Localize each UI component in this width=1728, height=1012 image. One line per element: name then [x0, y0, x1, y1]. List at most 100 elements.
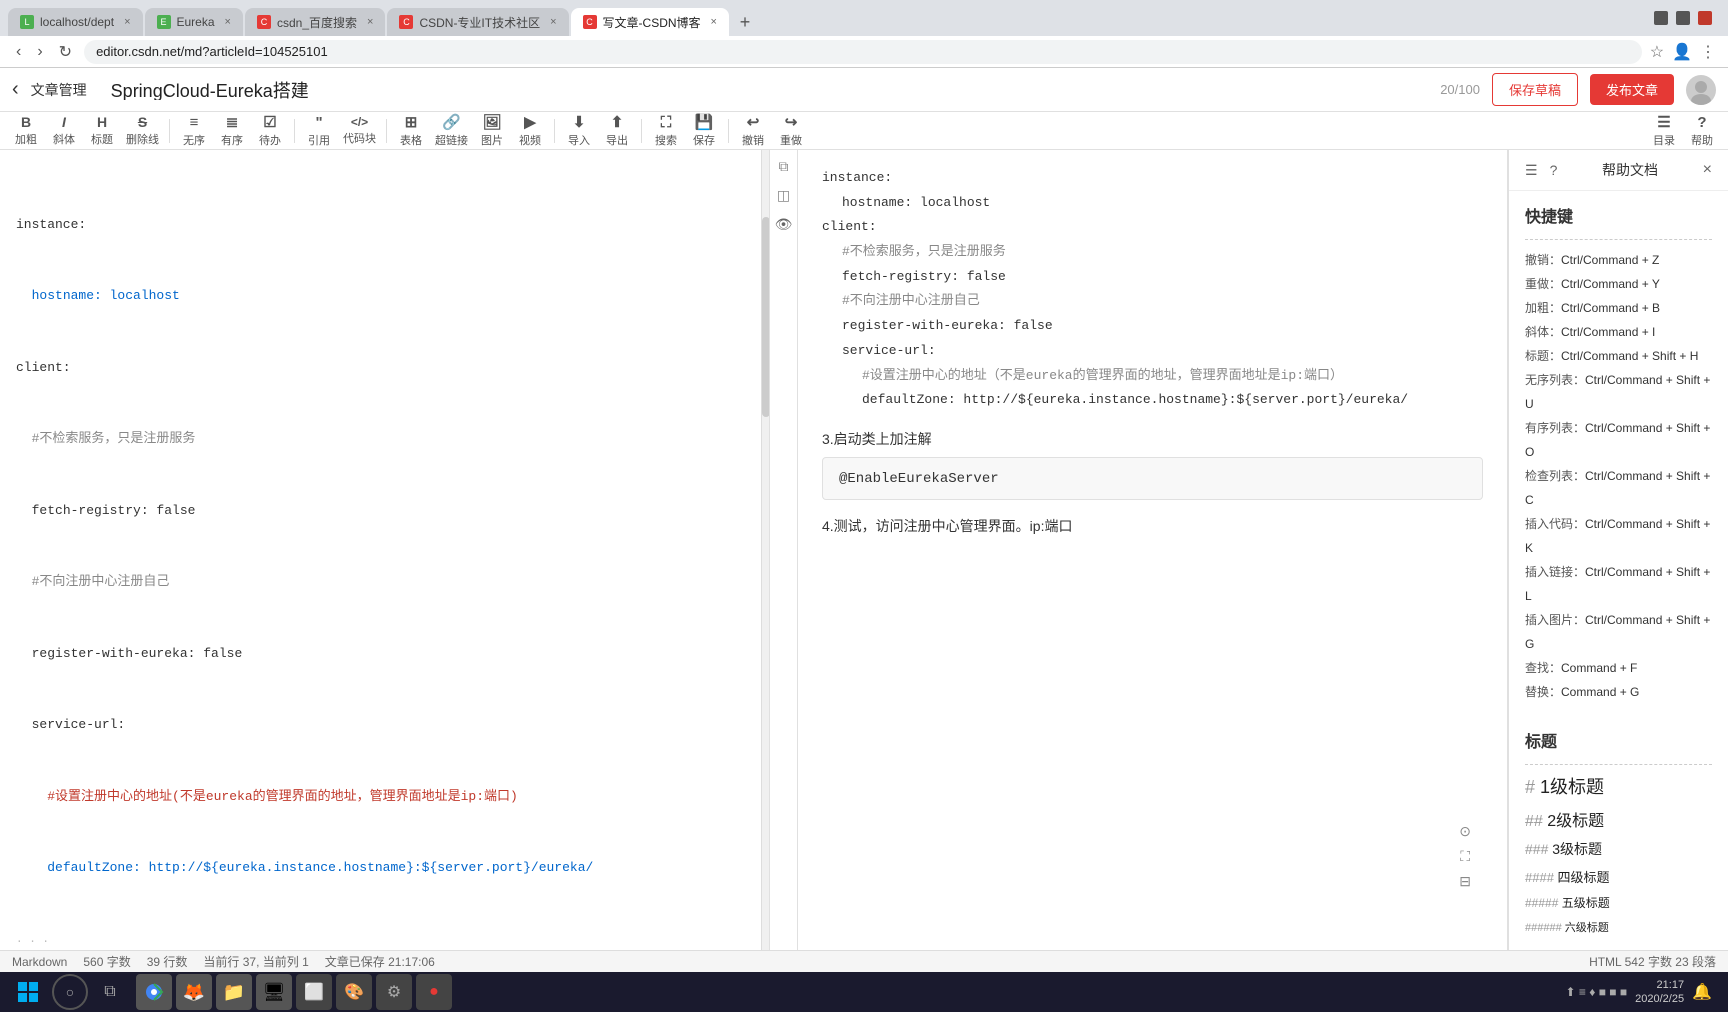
tab-close-3[interactable]: ×	[367, 16, 373, 28]
toolbar-toc[interactable]: ☰ 目录	[1646, 114, 1682, 148]
sidebar-icon-copy[interactable]: ⧉	[779, 158, 789, 175]
nav-reload[interactable]: ↻	[55, 40, 76, 64]
toolbar-code[interactable]: </> 代码块	[339, 114, 380, 148]
scrollbar-thumb[interactable]	[762, 217, 770, 417]
right-panel-close[interactable]: ×	[1703, 161, 1712, 179]
close-btn[interactable]	[1698, 11, 1712, 25]
right-panel-title: 帮助文档	[1602, 160, 1658, 180]
zoom-icon[interactable]: ⊙	[1459, 823, 1471, 840]
preview-step4: 4.测试，访问注册中心管理界面。ip:端口	[822, 516, 1483, 536]
taskbar-firefox[interactable]: 🦊	[176, 974, 212, 1010]
preview-content[interactable]: instance: hostname: localhost client: #不…	[798, 150, 1507, 950]
notification-icon[interactable]: 🔔	[1692, 982, 1712, 1002]
toolbar-export[interactable]: ⬆ 导出	[599, 114, 635, 148]
left-scrollbar[interactable]	[761, 150, 769, 950]
headings-title: 标题	[1525, 728, 1712, 752]
taskbar-app1[interactable]: ⬜	[296, 974, 332, 1010]
shortcut-undo: 撤销：Ctrl/Command + Z	[1525, 248, 1712, 272]
shortcut-undo-label: 撤销：	[1525, 253, 1561, 267]
redo-icon: ↪	[785, 113, 798, 131]
collapse-icon[interactable]: ⊟	[1459, 873, 1471, 890]
taskbar-app2[interactable]: 🎨	[336, 974, 372, 1010]
article-title-input[interactable]	[99, 79, 1429, 100]
tab-csdn-search[interactable]: C csdn_百度搜索 ×	[245, 8, 385, 36]
sidebar-icon-view[interactable]: ◫	[777, 187, 790, 204]
preview-step3: 3.启动类上加注解	[822, 429, 1483, 449]
tab-close-5[interactable]: ×	[711, 16, 717, 28]
shortcut-link: 插入链接：Ctrl/Command + Shift + L	[1525, 560, 1712, 608]
toolbar-strikethrough[interactable]: S 删除线	[122, 114, 163, 148]
toolbar-video[interactable]: ▶ 视频	[512, 114, 548, 148]
nav-back[interactable]: ‹	[12, 41, 25, 63]
restore-btn[interactable]	[1676, 11, 1690, 25]
toolbar-ordered[interactable]: ≣ 有序	[214, 114, 250, 148]
tab-csdn-community[interactable]: C CSDN-专业IT技术社区 ×	[387, 8, 568, 36]
nav-forward[interactable]: ›	[33, 41, 46, 63]
minimize-btn[interactable]	[1654, 11, 1668, 25]
tab-close-4[interactable]: ×	[550, 16, 556, 28]
toolbar-help[interactable]: ? 帮助	[1684, 114, 1720, 148]
heading-label: 标题	[91, 131, 113, 147]
undo-icon: ↩	[747, 113, 760, 131]
toc-panel-icon[interactable]: ☰	[1525, 162, 1538, 179]
expand-icon[interactable]: ⛶	[1460, 848, 1470, 865]
preview-code-line: instance:	[822, 166, 1483, 191]
import-label: 导入	[568, 132, 590, 148]
taskbar-chrome[interactable]	[136, 974, 172, 1010]
url-bar[interactable]	[84, 40, 1642, 64]
toolbar-heading[interactable]: H 标题	[84, 114, 120, 148]
taskbar-files[interactable]: 🖥	[256, 974, 292, 1010]
user-icon[interactable]: 👤	[1672, 42, 1692, 62]
help-panel-icon[interactable]: ?	[1550, 162, 1558, 178]
tab-eureka[interactable]: E Eureka ×	[145, 8, 243, 36]
markdown-editor[interactable]: instance: hostname: localhost client: #不…	[0, 150, 770, 950]
cortana-button[interactable]: ○	[52, 974, 88, 1010]
preview-annotation-text: @EnableEurekaServer	[839, 471, 999, 487]
taskbar-app4[interactable]: ●	[416, 974, 452, 1010]
toolbar-image[interactable]: 🖼 图片	[474, 114, 510, 148]
start-button[interactable]	[8, 972, 48, 1012]
taskbar-app3[interactable]: ⚙	[376, 974, 412, 1010]
preview-wrapper: ⧉ ◫ 👁 instance: hostname: localhost clie…	[770, 150, 1508, 950]
toolbar-sep-3	[386, 119, 387, 143]
toolbar-quote[interactable]: " 引用	[301, 114, 337, 148]
tab-label-4: CSDN-专业IT技术社区	[419, 14, 540, 31]
toolbar-task[interactable]: ☑ 待办	[252, 114, 288, 148]
tab-label-2: Eureka	[177, 15, 215, 29]
tab-csdn-editor[interactable]: C 写文章-CSDN博客 ×	[571, 8, 729, 36]
taskview-button[interactable]: ⧉	[92, 974, 128, 1010]
toolbar-save[interactable]: 💾 保存	[686, 114, 722, 148]
export-icon: ⬆	[611, 113, 624, 131]
toolbar-search[interactable]: ⛶ 搜索	[648, 114, 684, 148]
heading-level-6: ###### 六级标题	[1525, 919, 1712, 935]
shortcut-italic: 斜体：Ctrl/Command + I	[1525, 320, 1712, 344]
bookmark-icon[interactable]: ☆	[1650, 42, 1664, 62]
toolbar-italic[interactable]: I 斜体	[46, 114, 82, 148]
tab-favicon-4: C	[399, 15, 413, 29]
quote-label: 引用	[308, 132, 330, 148]
avatar[interactable]	[1686, 75, 1716, 105]
tab-close-1[interactable]: ×	[124, 16, 130, 28]
save-draft-button[interactable]: 保存草稿	[1492, 73, 1578, 106]
publish-button[interactable]: 发布文章	[1590, 74, 1674, 105]
preview-bottom-controls: ⊙ ⛶ ⊟	[1459, 823, 1471, 890]
tab-close-2[interactable]: ×	[225, 16, 231, 28]
toolbar-table[interactable]: ⊞ 表格	[393, 114, 429, 148]
more-icon[interactable]: ⋮	[1700, 42, 1716, 62]
new-tab-button[interactable]: +	[731, 8, 759, 36]
taskbar-explorer[interactable]: 📁	[216, 974, 252, 1010]
bold-icon: B	[21, 114, 31, 130]
back-icon[interactable]: ‹	[12, 78, 19, 101]
toolbar-unordered[interactable]: ≡ 无序	[176, 114, 212, 148]
tab-localhost[interactable]: L localhost/dept ×	[8, 8, 143, 36]
taskbar-clock[interactable]: 21:17 2020/2/25	[1635, 978, 1684, 1007]
toolbar-import[interactable]: ⬇ 导入	[561, 114, 597, 148]
toolbar-undo[interactable]: ↩ 撤销	[735, 114, 771, 148]
toolbar-redo[interactable]: ↪ 重做	[773, 114, 809, 148]
sidebar-icon-eye[interactable]: 👁	[775, 216, 793, 233]
taskbar-date-display: 2020/2/25	[1635, 992, 1684, 1006]
quote-icon: "	[315, 114, 322, 131]
toolbar-bold[interactable]: B 加粗	[8, 114, 44, 148]
toolbar-link[interactable]: 🔗 超链接	[431, 114, 472, 148]
status-line-count: 39 行数	[147, 953, 188, 970]
